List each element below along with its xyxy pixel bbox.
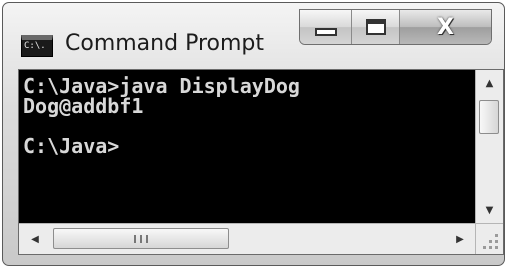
- left-arrow-icon: ◀: [31, 233, 39, 245]
- resize-grip[interactable]: [475, 223, 503, 254]
- maximize-icon: [365, 19, 386, 35]
- vertical-scrollbar[interactable]: ▲ ▼: [475, 70, 503, 223]
- minimize-button[interactable]: [300, 10, 352, 44]
- thumb-grip-icon: [134, 234, 148, 243]
- minimize-icon: [314, 28, 337, 36]
- console-line: C:\Java>java DisplayDog: [23, 74, 300, 98]
- maximize-button[interactable]: [352, 10, 400, 44]
- scroll-right-button[interactable]: ▶: [448, 224, 472, 254]
- horizontal-scrollbar[interactable]: ◀ ▶: [19, 223, 476, 254]
- vertical-scroll-thumb[interactable]: [479, 100, 499, 134]
- cmd-app-icon[interactable]: C:\.: [21, 35, 53, 57]
- title-bar[interactable]: C:\. Command Prompt X: [3, 3, 504, 67]
- close-icon: X: [437, 14, 454, 40]
- scroll-down-button[interactable]: ▼: [476, 197, 503, 223]
- window-title: Command Prompt: [65, 31, 264, 56]
- console-line: Dog@addbf1: [23, 94, 144, 118]
- horizontal-scroll-thumb[interactable]: [53, 228, 229, 249]
- up-arrow-icon: ▲: [485, 77, 494, 89]
- scroll-left-button[interactable]: ◀: [23, 224, 47, 254]
- console-client-area: C:\Java>java DisplayDog Dog@addbf1 C:\Ja…: [18, 69, 504, 255]
- right-arrow-icon: ▶: [456, 233, 464, 245]
- close-button[interactable]: X: [400, 10, 491, 44]
- down-arrow-icon: ▼: [485, 204, 494, 216]
- scroll-up-button[interactable]: ▲: [476, 70, 503, 96]
- caption-buttons: X: [299, 9, 492, 45]
- console-output[interactable]: C:\Java>java DisplayDog Dog@addbf1 C:\Ja…: [19, 70, 476, 223]
- command-prompt-window: C:\. Command Prompt X C:\Java>java Displ…: [2, 2, 505, 266]
- console-line: C:\Java>: [23, 134, 120, 158]
